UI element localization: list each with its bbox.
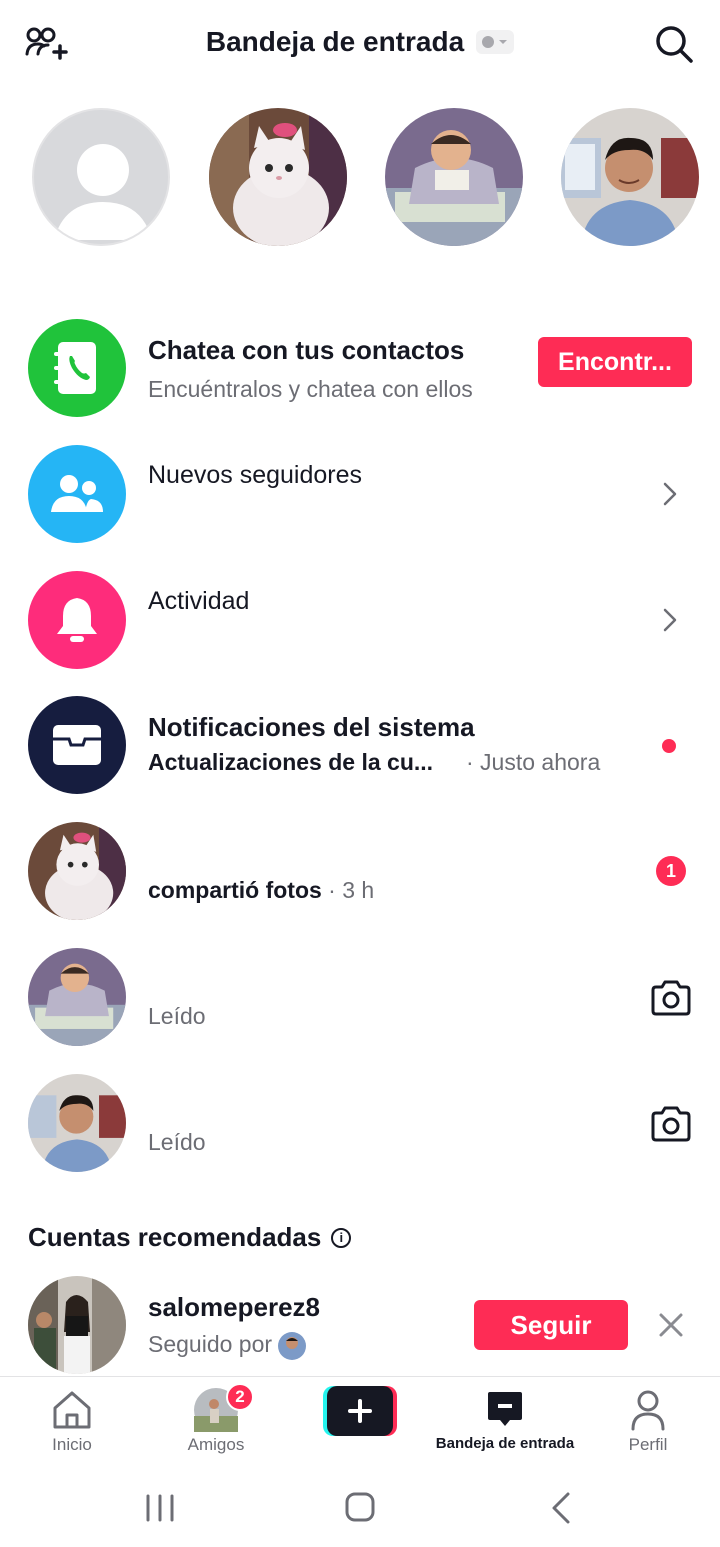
message-preview: compartió fotos · 3 h	[148, 877, 375, 903]
unread-count-badge: 1	[656, 856, 686, 886]
recent-apps-icon[interactable]	[140, 1490, 180, 1526]
new-followers-row[interactable]: Nuevos seguidores	[0, 439, 720, 549]
friends-notification-badge: 2	[226, 1383, 254, 1411]
system-navigation-bar	[0, 1468, 720, 1547]
create-post-button[interactable]	[323, 1386, 397, 1436]
home-button-icon[interactable]	[340, 1490, 380, 1526]
avatar	[28, 1074, 126, 1172]
contacts-subtitle: Encuéntralos y chatea con ellos	[148, 376, 473, 402]
find-contacts-button[interactable]: Encontr...	[538, 337, 692, 387]
chevron-right-icon	[663, 482, 677, 506]
activity-row[interactable]: Actividad	[0, 565, 720, 675]
message-status: Leído	[148, 1129, 206, 1155]
man-photo	[561, 108, 699, 246]
chevron-right-icon	[663, 608, 677, 632]
profile-icon	[630, 1389, 666, 1431]
chat-row[interactable]: compartió fotos · 3 h 1	[0, 816, 720, 926]
header: Bandeja de entrada	[0, 0, 720, 90]
mutual-avatar	[278, 1331, 307, 1360]
nav-inbox[interactable]: Bandeja de entrada	[430, 1377, 580, 1469]
nav-friends-label: Amigos	[187, 1435, 245, 1454]
contacts-icon	[28, 319, 126, 417]
search-icon[interactable]	[654, 24, 694, 64]
close-icon[interactable]	[658, 1312, 684, 1338]
camera-icon[interactable]	[650, 1106, 692, 1142]
recommended-username: salomeperez8	[148, 1292, 320, 1322]
bell-icon	[28, 571, 126, 669]
activity-title: Actividad	[148, 587, 250, 615]
message-status: Leído	[148, 1003, 206, 1029]
avatar	[28, 948, 126, 1046]
system-time: · Justo ahora	[466, 749, 601, 775]
home-icon	[51, 1389, 93, 1431]
contacts-title: Chatea con tus contactos	[148, 335, 465, 365]
inbox-tray-icon	[28, 696, 126, 794]
status-dropdown[interactable]	[476, 30, 515, 54]
cat-photo	[209, 108, 347, 246]
stories-row	[0, 108, 720, 248]
recommended-section-title: Cuentas recomendadas i	[28, 1222, 352, 1253]
followers-icon	[28, 445, 126, 543]
unread-dot	[662, 739, 676, 753]
nav-home-label: Inicio	[52, 1435, 92, 1454]
chat-row[interactable]: Leído	[0, 1068, 720, 1178]
camera-icon[interactable]	[650, 980, 692, 1016]
story-avatar[interactable]	[209, 108, 347, 246]
system-title: Notificaciones del sistema	[148, 712, 475, 742]
followed-by-text: Seguido por	[148, 1331, 307, 1360]
inbox-icon	[486, 1389, 524, 1431]
story-avatar[interactable]	[385, 108, 523, 246]
nav-inbox-label: Bandeja de entrada	[435, 1435, 575, 1452]
avatar	[28, 822, 126, 920]
story-avatar[interactable]	[561, 108, 699, 246]
info-icon[interactable]: i	[331, 1227, 352, 1248]
page-title: Bandeja de entrada	[205, 26, 465, 57]
chat-row[interactable]: Leído	[0, 942, 720, 1052]
nav-profile-label: Perfil	[628, 1435, 668, 1454]
system-subtitle: Actualizaciones de la cu...	[148, 749, 434, 775]
avatar	[28, 1276, 126, 1374]
story-add[interactable]	[32, 108, 170, 246]
nav-friends[interactable]: 2 Amigos	[166, 1377, 266, 1469]
contacts-row[interactable]: Chatea con tus contactos Encuéntralos y …	[0, 313, 720, 423]
baby-photo	[385, 108, 523, 246]
caret-down-icon	[499, 40, 508, 44]
system-notifications-row[interactable]: Notificaciones del sistema Actualizacion…	[0, 690, 720, 800]
followers-title: Nuevos seguidores	[148, 461, 363, 489]
status-dot-icon	[482, 36, 495, 48]
back-icon[interactable]	[542, 1490, 582, 1526]
follow-button[interactable]: Seguir	[474, 1300, 628, 1350]
default-avatar-icon	[54, 144, 152, 240]
nav-home[interactable]: Inicio	[22, 1377, 122, 1469]
nav-profile[interactable]: Perfil	[598, 1377, 698, 1469]
